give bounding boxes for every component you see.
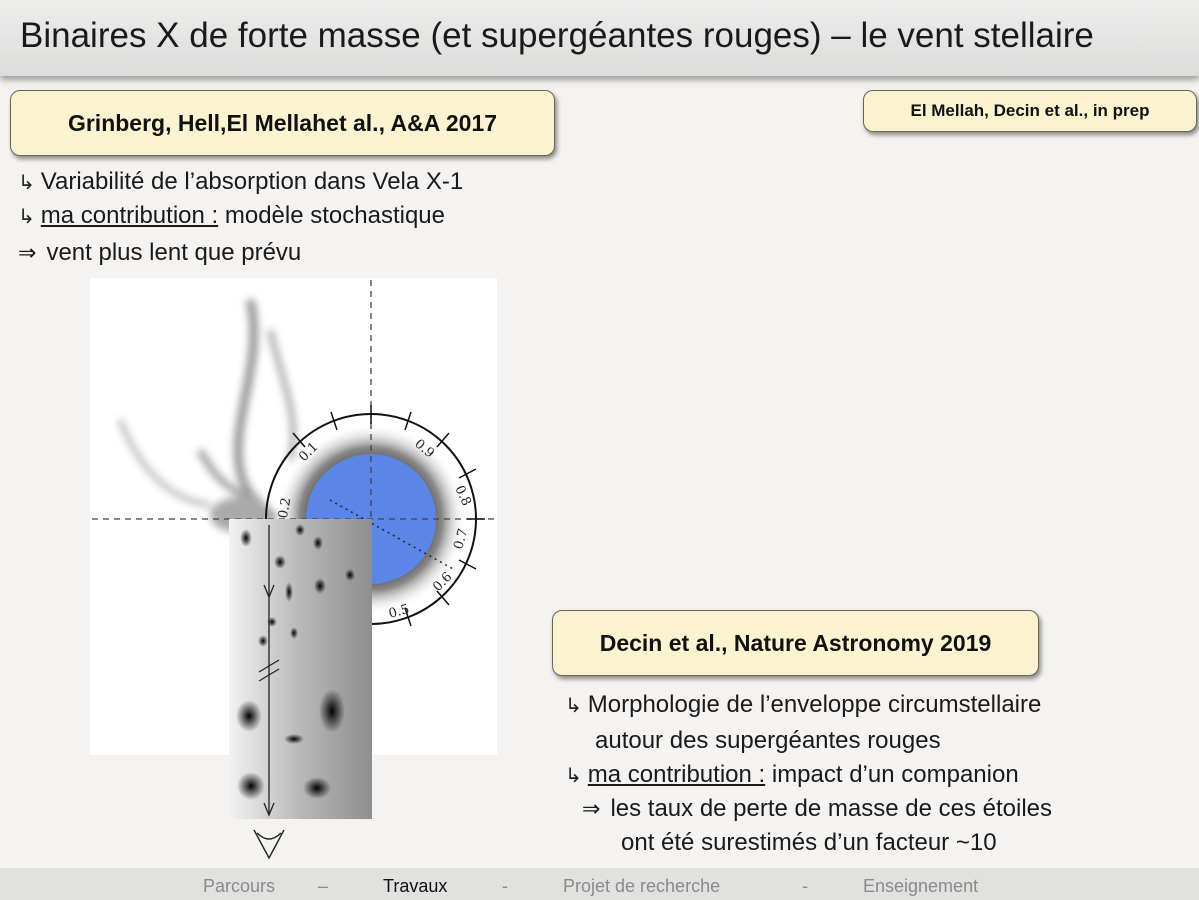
right-bullet-3-cont: ont été surestimés d’un facteur ~10: [621, 829, 997, 857]
right-bullet-3-line2: ont été surestimés d’un facteur ~10: [621, 829, 997, 856]
right-bullet-3-line1: les taux de perte de masse de ces étoile…: [610, 795, 1053, 822]
nav-projet-de-recherche[interactable]: Projet de recherche: [563, 876, 720, 897]
right-bullet-3: ⇒ les taux de perte de masse de ces étoil…: [582, 795, 1052, 823]
hook-arrow-icon: ↳: [565, 695, 582, 717]
nav-travaux[interactable]: Travaux: [383, 876, 447, 897]
nav-parcours[interactable]: Parcours: [203, 876, 275, 897]
nav-enseignement[interactable]: Enseignement: [863, 876, 978, 897]
nav-separator: -: [802, 876, 808, 896]
right-bullet-2-underlined: ma contribution :: [587, 761, 766, 788]
observer-eye-icon: [253, 829, 285, 860]
right-bullet-1-cont: autour des supergéantes rouges: [595, 727, 941, 755]
implies-arrow-icon: ⇒: [582, 796, 601, 821]
nav-separator: -: [502, 876, 508, 896]
hook-arrow-icon: ↳: [565, 765, 582, 787]
right-bullet-2: ↳ ma contribution : impact d’un companion: [565, 761, 1019, 789]
right-bullet-1: ↳ Morphologie de l’enveloppe circumstella…: [565, 691, 1041, 719]
right-bullet-1-line2: autour des supergéantes rouges: [595, 727, 941, 754]
right-bullet-2-rest: impact d’un companion: [765, 761, 1019, 788]
nav-separator: –: [318, 876, 329, 896]
right-bullet-1-line1: Morphologie de l’enveloppe circumstellai…: [587, 691, 1042, 718]
